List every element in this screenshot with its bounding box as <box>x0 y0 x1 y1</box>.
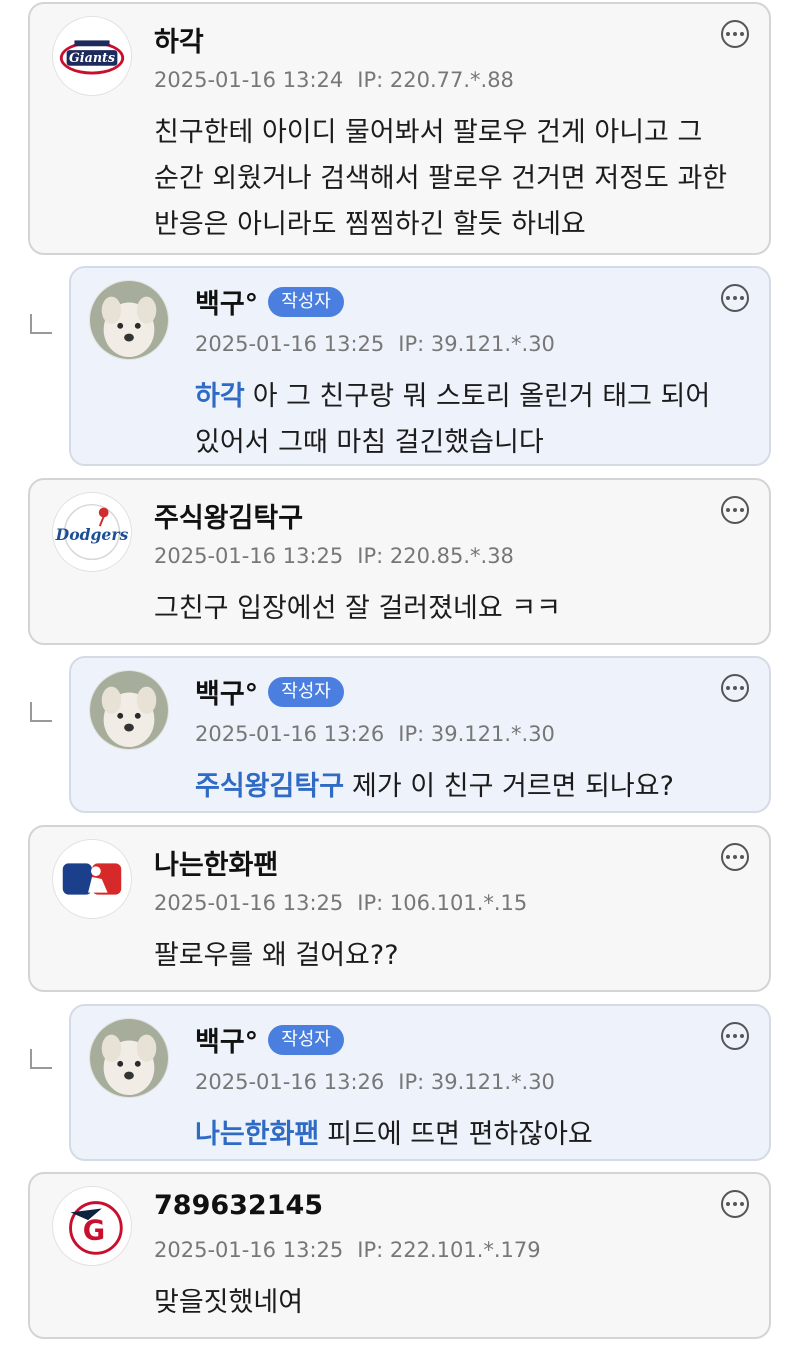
svg-text:Dodgers: Dodgers <box>55 525 129 544</box>
reply-arrow-icon <box>30 1049 52 1069</box>
comment-more-icon[interactable] <box>721 496 749 524</box>
comment-text: 팔로우를 왜 걸어요?? <box>154 940 399 971</box>
reply-meta: 2025-01-16 13:26 IP: 39.121.*.30 <box>195 1070 555 1094</box>
dog-avatar-icon[interactable] <box>89 1018 169 1098</box>
dodgers-logo-icon[interactable]: Dodgers <box>52 492 132 572</box>
comment-date: 2025-01-16 13:25 <box>154 891 344 915</box>
reply-text-block: 하각 아 그 친구랑 뭐 스토리 올린거 태그 되어있어서 그때 마침 걸긴했습니… <box>195 374 735 466</box>
comment-more-icon[interactable] <box>721 843 749 871</box>
reply-date: 2025-01-16 13:26 <box>195 1070 385 1094</box>
comment-meta: 2025-01-16 13:25 IP: 222.101.*.179 <box>154 1238 541 1262</box>
mention-link[interactable]: 하각 <box>195 381 245 412</box>
guardians-logo-icon[interactable]: G <box>52 1186 132 1266</box>
comment-more-icon[interactable] <box>721 1190 749 1218</box>
reply-meta: 2025-01-16 13:25 IP: 39.121.*.30 <box>195 332 555 356</box>
reply-nickname[interactable]: 백구° <box>195 1020 258 1059</box>
reply-ip: IP: 39.121.*.30 <box>398 332 555 356</box>
comment-more-icon[interactable] <box>721 1022 749 1050</box>
comment-ip: IP: 106.101.*.15 <box>357 891 528 915</box>
comment-ip: IP: 220.77.*.88 <box>357 68 514 92</box>
reply-nickname[interactable]: 백구° <box>195 282 258 321</box>
comment-meta: 2025-01-16 13:25 IP: 220.85.*.38 <box>154 544 514 568</box>
comment-nickname[interactable]: 789632145 <box>154 1190 323 1221</box>
reply-item: 백구° 작성자 2025-01-16 13:25 IP: 39.121.*.30 … <box>69 266 771 466</box>
mention-link[interactable]: 주식왕김탁구 <box>195 771 344 802</box>
author-badge: 작성자 <box>268 286 344 317</box>
reply-date: 2025-01-16 13:26 <box>195 722 385 746</box>
comment-text: 그친구 입장에선 잘 걸러졌네요 ㅋㅋ <box>154 593 561 624</box>
comment-item: G 789632145 2025-01-16 13:25 IP: 222.101.… <box>28 1172 771 1339</box>
comment-ip: IP: 220.85.*.38 <box>357 544 514 568</box>
comment-nickname[interactable]: 나는한화팬 <box>154 843 278 882</box>
comment-nickname[interactable]: 하각 <box>154 20 204 59</box>
reply-arrow-icon <box>30 314 52 334</box>
reply-ip: IP: 39.121.*.30 <box>398 722 555 746</box>
comment-more-icon[interactable] <box>721 20 749 48</box>
comment-text: 친구한테 아이디 물어봐서 팔로우 건게 아니고 그 순간 외웠거나 검색해서 … <box>154 117 728 240</box>
author-badge: 작성자 <box>268 1024 344 1055</box>
comment-nickname[interactable]: 주식왕김탁구 <box>154 496 303 535</box>
svg-text:Giants: Giants <box>69 50 115 65</box>
reply-ip: IP: 39.121.*.30 <box>398 1070 555 1094</box>
comment-text: 맞을짓했네여 <box>154 1287 304 1318</box>
reply-item: 백구° 작성자 2025-01-16 13:26 IP: 39.121.*.30 … <box>69 1004 771 1161</box>
comment-ip: IP: 222.101.*.179 <box>357 1238 541 1262</box>
reply-text: 피드에 뜨면 편하잖아요 <box>327 1119 593 1150</box>
reply-item: 백구° 작성자 2025-01-16 13:26 IP: 39.121.*.30 … <box>69 656 771 813</box>
giants-logo-icon[interactable]: Giants <box>52 16 132 96</box>
svg-text:G: G <box>83 1216 105 1247</box>
comment-more-icon[interactable] <box>721 284 749 312</box>
mlb-logo-icon[interactable] <box>52 839 132 919</box>
author-badge: 작성자 <box>268 676 344 707</box>
reply-text: 제가 이 친구 거르면 되나요? <box>352 771 674 802</box>
comment-more-icon[interactable] <box>721 674 749 702</box>
comment-meta: 2025-01-16 13:24 IP: 220.77.*.88 <box>154 68 514 92</box>
reply-nickname[interactable]: 백구° <box>195 672 258 711</box>
comment-item: Dodgers 주식왕김탁구 2025-01-16 13:25 IP: 220.8… <box>28 478 771 645</box>
comment-meta: 2025-01-16 13:25 IP: 106.101.*.15 <box>154 891 527 915</box>
comment-date: 2025-01-16 13:25 <box>154 544 344 568</box>
dog-avatar-icon[interactable] <box>89 280 169 360</box>
comment-date: 2025-01-16 13:25 <box>154 1238 344 1262</box>
reply-meta: 2025-01-16 13:26 IP: 39.121.*.30 <box>195 722 555 746</box>
comment-item: Giants 하각 2025-01-16 13:24 IP: 220.77.*.8… <box>28 2 771 255</box>
reply-text-block: 주식왕김탁구 제가 이 친구 거르면 되나요? <box>195 764 735 810</box>
mention-link[interactable]: 나는한화팬 <box>195 1119 319 1150</box>
dog-avatar-icon[interactable] <box>89 670 169 750</box>
reply-arrow-icon <box>30 702 52 722</box>
comment-date: 2025-01-16 13:24 <box>154 68 344 92</box>
reply-date: 2025-01-16 13:25 <box>195 332 385 356</box>
reply-text-block: 나는한화팬 피드에 뜨면 편하잖아요 <box>195 1112 735 1158</box>
reply-text: 아 그 친구랑 뭐 스토리 올린거 태그 되어있어서 그때 마침 걸긴했습니다 <box>195 381 711 458</box>
comment-item: 나는한화팬 2025-01-16 13:25 IP: 106.101.*.15 팔… <box>28 825 771 992</box>
